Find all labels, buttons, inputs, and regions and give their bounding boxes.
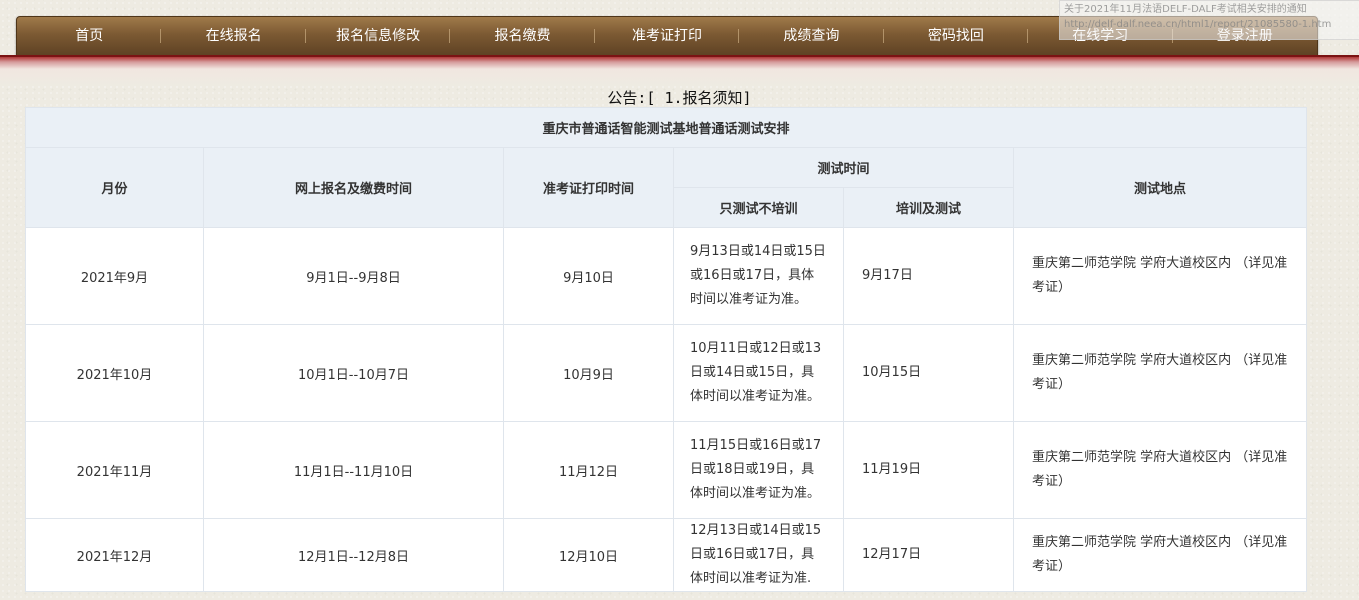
cell-month: 2021年9月 xyxy=(25,227,204,325)
nav-item-payment[interactable]: 报名缴费 xyxy=(450,17,596,55)
cell-ticket: 11月12日 xyxy=(503,421,674,519)
tooltip-url: http://delf-dalf.neea.cn/html1/report/21… xyxy=(1064,19,1332,30)
cell-month: 2021年11月 xyxy=(25,421,204,519)
table-row: 2021年11月 11月1日--11月10日 11月12日 11月15日或16日… xyxy=(25,421,1308,519)
cell-train-test: 9月17日 xyxy=(843,227,1014,325)
tooltip-title: 关于2021年11月法语DELF-DALF考试相关安排的通知 xyxy=(1064,4,1307,15)
header-ticket: 准考证打印时间 xyxy=(503,147,674,228)
cell-month: 2021年10月 xyxy=(25,324,204,422)
cell-location: 重庆第二师范学院 学府大道校区内 （详见准考证） xyxy=(1012,324,1308,422)
header-test-only: 只测试不培训 xyxy=(673,187,844,228)
cell-register: 9月1日--9月8日 xyxy=(203,227,504,325)
cell-month: 2021年12月 xyxy=(25,518,204,592)
table-title: 重庆市普通话智能测试基地普通话测试安排 xyxy=(24,107,1308,148)
cell-ticket: 12月10日 xyxy=(503,518,674,592)
header-train-test: 培训及测试 xyxy=(843,187,1014,228)
cell-location: 重庆第二师范学院 学府大道校区内 （详见准考证） xyxy=(1012,421,1308,519)
cell-train-test: 12月17日 xyxy=(843,518,1014,592)
cell-register: 11月1日--11月10日 xyxy=(203,421,504,519)
table-row: 2021年9月 9月1日--9月8日 9月10日 9月13日或14日或15日或1… xyxy=(25,227,1308,325)
nav-item-score-query[interactable]: 成绩查询 xyxy=(739,17,885,55)
nav-item-admission-ticket[interactable]: 准考证打印 xyxy=(595,17,740,55)
cell-test-only: 11月15日或16日或17日或18日或19日，具体时间以准考证为准。 xyxy=(673,421,844,519)
header-divider xyxy=(0,55,1359,85)
cell-test-only: 10月11日或12日或13日或14日或15日，具体时间以准考证为准。 xyxy=(673,324,844,422)
nav-item-online-registration[interactable]: 在线报名 xyxy=(161,17,307,55)
header-register: 网上报名及缴费时间 xyxy=(203,147,504,228)
header-test-time: 测试时间 xyxy=(673,147,1014,188)
cell-test-only: 12月13日或14日或15日或16日或17日，具体时间以准考证为准. xyxy=(673,518,844,592)
link-tooltip: 关于2021年11月法语DELF-DALF考试相关安排的通知 http://de… xyxy=(1059,0,1359,40)
cell-train-test: 10月15日 xyxy=(843,324,1014,422)
cell-train-test: 11月19日 xyxy=(843,421,1014,519)
cell-location: 重庆第二师范学院 学府大道校区内 （详见准考证） xyxy=(1012,227,1308,325)
schedule-table: 重庆市普通话智能测试基地普通话测试安排 月份 网上报名及缴费时间 准考证打印时间… xyxy=(24,107,1308,592)
cell-ticket: 10月9日 xyxy=(503,324,674,422)
table-row: 2021年12月 12月1日--12月8日 12月10日 12月13日或14日或… xyxy=(25,518,1308,592)
header-month: 月份 xyxy=(25,147,204,228)
nav-item-home[interactable]: 首页 xyxy=(17,17,162,55)
table-row: 2021年10月 10月1日--10月7日 10月9日 10月11日或12日或1… xyxy=(25,324,1308,422)
nav-item-edit-registration[interactable]: 报名信息修改 xyxy=(306,17,451,55)
cell-ticket: 9月10日 xyxy=(503,227,674,325)
nav-item-password-recovery[interactable]: 密码找回 xyxy=(884,17,1029,55)
cell-location: 重庆第二师范学院 学府大道校区内 （详见准考证） xyxy=(1012,518,1308,592)
cell-test-only: 9月13日或14日或15日或16日或17日，具体时间以准考证为准。 xyxy=(673,227,844,325)
cell-register: 10月1日--10月7日 xyxy=(203,324,504,422)
cell-register: 12月1日--12月8日 xyxy=(203,518,504,592)
notice-link[interactable]: 公告:[ 1.报名须知] xyxy=(0,87,1359,108)
header-location: 测试地点 xyxy=(1012,147,1308,228)
